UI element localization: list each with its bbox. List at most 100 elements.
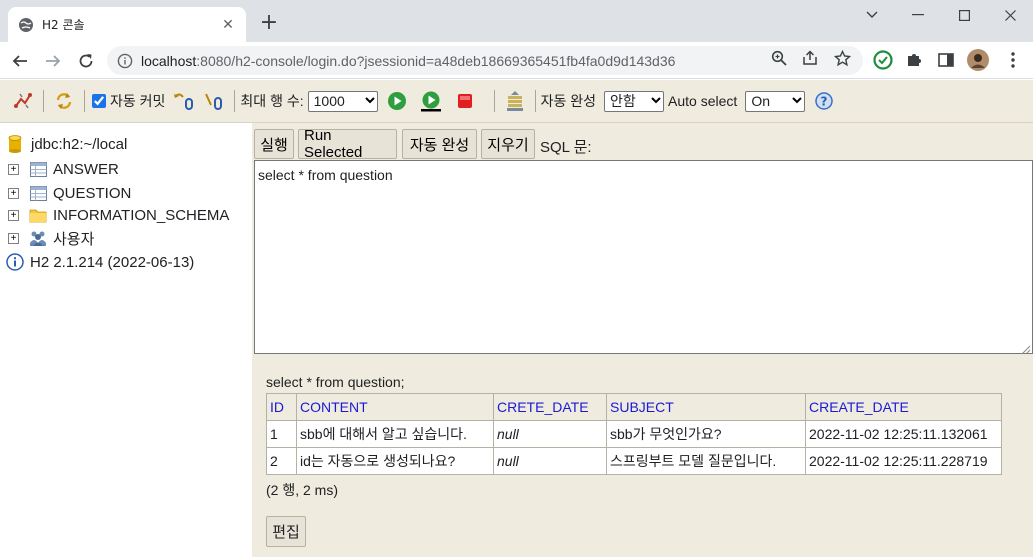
- toolbar-divider: [84, 90, 85, 112]
- tree-item-label: ANSWER: [53, 160, 119, 178]
- tree-item-answer[interactable]: + ANSWER: [0, 158, 119, 180]
- autoselect-select[interactable]: On: [745, 90, 806, 112]
- resize-grip-icon[interactable]: [1021, 342, 1031, 355]
- users-icon: [29, 229, 47, 247]
- table-cell: 스프링부트 모델 질문입니다.: [606, 447, 806, 475]
- autocomplete-select[interactable]: 안함: [604, 90, 665, 112]
- minimize-icon[interactable]: [895, 0, 941, 30]
- share-icon[interactable]: [801, 49, 819, 67]
- h2-toolbar: 자동 커밋 최대 행 수: 1000 자동 완성 안함 Auto select …: [0, 80, 1033, 123]
- chevron-down-icon: [364, 96, 375, 107]
- autocommit-toggle[interactable]: 자동 커밋: [90, 91, 165, 111]
- version-label: H2 2.1.214 (2022-06-13): [30, 253, 195, 271]
- table-cell: 1: [266, 420, 297, 448]
- autocommit-checkbox[interactable]: [92, 94, 106, 108]
- edit-button[interactable]: 편집: [266, 516, 306, 547]
- tab-close-icon[interactable]: ✕: [220, 17, 236, 33]
- tree-item-label: QUESTION: [53, 184, 132, 202]
- autocomplete-button[interactable]: 자동 완성: [402, 129, 477, 159]
- url-path: :8080/h2-console/login.do?jsessionid=a48…: [196, 52, 676, 69]
- expand-icon[interactable]: +: [8, 209, 19, 221]
- table-cell: 2: [266, 447, 297, 475]
- run-selected-icon[interactable]: [420, 90, 442, 112]
- tree-item-question[interactable]: + QUESTION: [0, 182, 131, 204]
- chevron-down-icon: [651, 96, 661, 107]
- tree-item-users[interactable]: + 사용자: [0, 227, 94, 249]
- sql-label: SQL 문:: [540, 139, 592, 156]
- extensions-puzzle-icon[interactable]: [903, 49, 925, 71]
- run-selected-button[interactable]: Run Selected: [298, 127, 397, 161]
- expand-icon[interactable]: +: [8, 163, 19, 175]
- chevron-down-icon: [792, 96, 803, 107]
- expand-icon[interactable]: +: [8, 232, 19, 244]
- reload-icon[interactable]: [73, 48, 99, 74]
- site-info-icon[interactable]: [117, 53, 133, 69]
- table-header-row: ID CONTENT CRETE_DATE SUBJECT CREATE_DAT…: [266, 393, 1002, 421]
- table-cell: 2022-11-02 12:25:11.228719: [805, 447, 1002, 475]
- database-icon: [6, 135, 24, 153]
- autocommit-label: 자동 커밋: [110, 93, 166, 109]
- table-cell: sbb가 무엇인가요?: [606, 420, 806, 448]
- row-count: (2 행, 2 ms): [266, 482, 338, 498]
- tree-item-information-schema[interactable]: + INFORMATION_SCHEMA: [0, 204, 229, 226]
- column-header[interactable]: CONTENT: [296, 393, 494, 421]
- sql-textarea[interactable]: select * from question: [254, 160, 1033, 355]
- address-toolbar: localhost:8080/h2-console/login.do?jsess…: [0, 42, 1033, 79]
- table-icon: [29, 160, 47, 178]
- tab-search-chevron-icon[interactable]: [849, 0, 895, 30]
- column-header[interactable]: ID: [266, 393, 297, 421]
- tab-title: H2 콘솔: [42, 18, 85, 32]
- stop-icon[interactable]: [454, 90, 476, 112]
- browser-tab[interactable]: H2 콘솔 ✕: [8, 7, 246, 42]
- history-icon[interactable]: [504, 90, 526, 112]
- side-panel-icon[interactable]: [935, 49, 957, 71]
- close-window-icon[interactable]: [987, 0, 1033, 30]
- table-cell: id는 자동으로 생성되나요?: [296, 447, 494, 475]
- max-rows-value: 1000: [313, 93, 345, 109]
- zoom-icon[interactable]: [770, 49, 788, 67]
- tree-item-label: 사용자: [53, 230, 95, 248]
- browser-menu-icon[interactable]: [1002, 49, 1024, 71]
- query-panel: 실행 Run Selected 자동 완성 지우기 SQL 문: select …: [252, 123, 1033, 557]
- table-cell: null: [493, 420, 607, 448]
- column-header[interactable]: SUBJECT: [606, 393, 806, 421]
- back-arrow-icon[interactable]: [7, 48, 33, 74]
- run-icon[interactable]: [386, 90, 408, 112]
- profile-avatar[interactable]: [967, 49, 989, 71]
- toolbar-divider: [43, 90, 44, 112]
- sql-text: select * from question: [258, 167, 393, 183]
- commit-icon[interactable]: [203, 90, 225, 112]
- folder-icon: [29, 206, 47, 224]
- info-icon: [6, 253, 24, 271]
- expand-icon[interactable]: +: [8, 187, 19, 199]
- clear-button[interactable]: 지우기: [481, 129, 535, 159]
- table-cell: null: [493, 447, 607, 475]
- max-rows-label: 최대 행 수:: [240, 93, 304, 109]
- autocomplete-label: 자동 완성: [540, 93, 597, 109]
- column-header[interactable]: CRETE_DATE: [493, 393, 607, 421]
- toolbar-divider: [534, 90, 536, 112]
- max-rows-select[interactable]: 1000: [307, 90, 378, 112]
- globe-icon: [18, 17, 34, 33]
- column-header[interactable]: CREATE_DATE: [805, 393, 1002, 421]
- new-tab-button[interactable]: +: [258, 12, 280, 35]
- table-row: 2 id는 자동으로 생성되나요? null 스프링부트 모델 질문입니다. 2…: [266, 447, 1002, 475]
- rollback-icon[interactable]: [173, 90, 195, 112]
- url-input[interactable]: localhost:8080/h2-console/login.do?jsess…: [107, 46, 863, 75]
- forward-arrow-icon[interactable]: [40, 48, 66, 74]
- tree-item-label: INFORMATION_SCHEMA: [53, 206, 230, 224]
- tree-connection[interactable]: jdbc:h2:~/local: [6, 133, 127, 155]
- toolbar-divider: [234, 90, 236, 112]
- connection-label: jdbc:h2:~/local: [31, 135, 128, 153]
- help-icon[interactable]: ?: [813, 90, 835, 112]
- disconnect-icon[interactable]: [12, 90, 34, 112]
- schema-tree: jdbc:h2:~/local + ANSWER + QUESTION + IN…: [0, 123, 252, 557]
- bookmark-star-icon[interactable]: [833, 49, 851, 67]
- tree-version: H2 2.1.214 (2022-06-13): [6, 251, 194, 273]
- table-cell: 2022-11-02 12:25:11.132061: [805, 420, 1002, 448]
- maximize-icon[interactable]: [941, 0, 987, 30]
- url-host: localhost: [141, 52, 197, 69]
- run-button[interactable]: 실행: [254, 129, 294, 159]
- refresh-icon[interactable]: [53, 90, 75, 112]
- extension-check-icon[interactable]: [872, 49, 894, 71]
